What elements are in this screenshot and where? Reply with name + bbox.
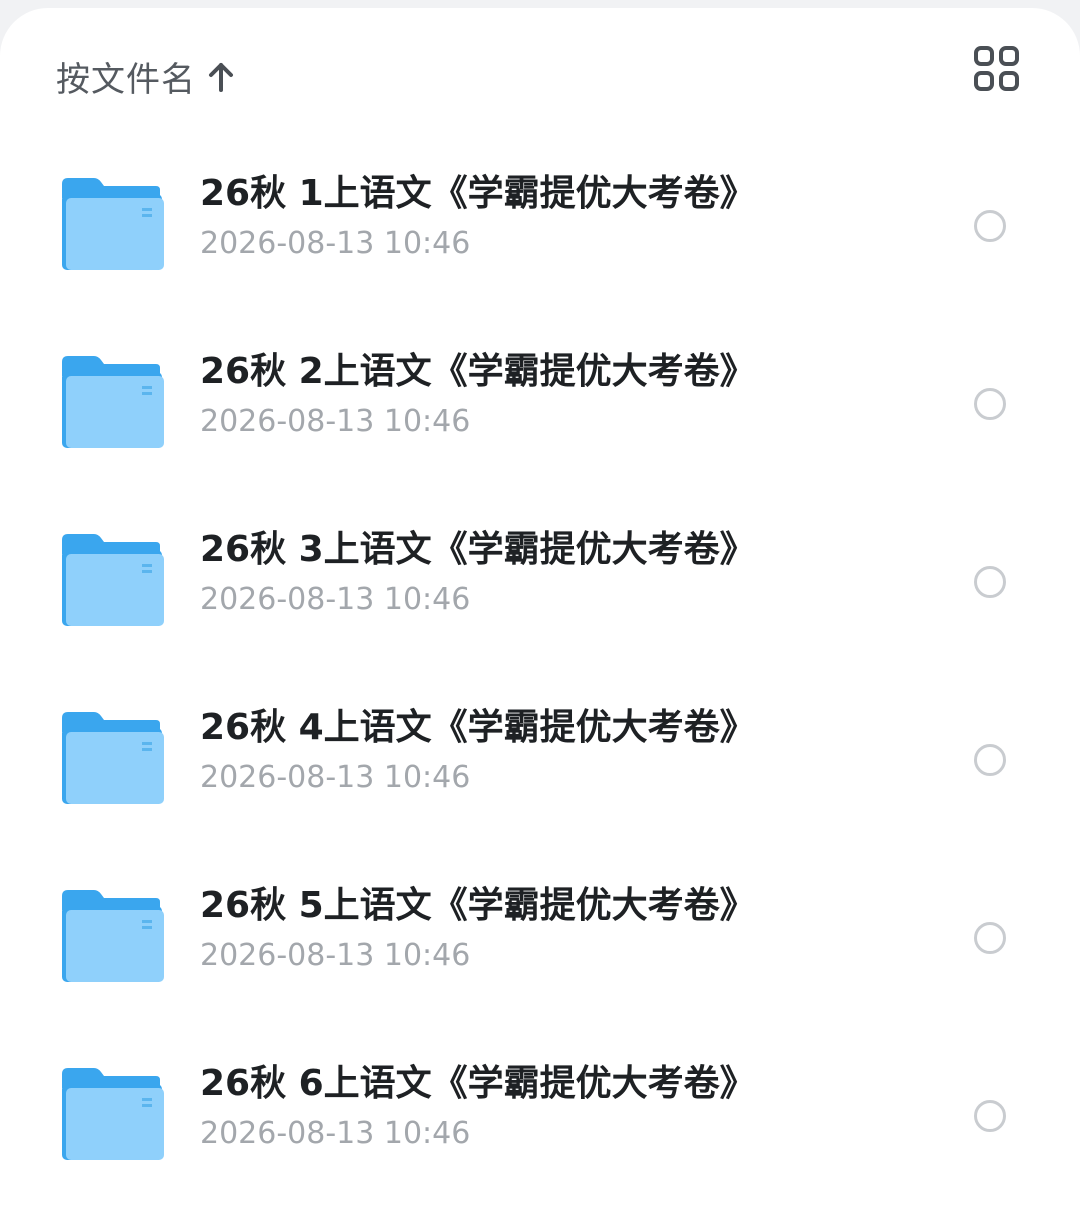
file-name: 26秋 1上语文《学霸提优大考卷》 — [200, 173, 756, 214]
file-list-panel: 按文件名 26秋 1上语文《学霸提优大考卷》 2026-08-13 10:46 … — [0, 8, 1080, 1218]
select-radio[interactable] — [974, 922, 1006, 954]
arrow-up-icon — [208, 61, 234, 92]
file-list: 26秋 1上语文《学霸提优大考卷》 2026-08-13 10:46 26秋 2… — [0, 132, 1080, 1200]
list-item[interactable]: 26秋 1上语文《学霸提优大考卷》 2026-08-13 10:46 — [0, 132, 1080, 310]
folder-icon — [60, 174, 164, 270]
select-radio[interactable] — [974, 210, 1006, 242]
file-name: 26秋 5上语文《学霸提优大考卷》 — [200, 885, 756, 926]
grid-cell — [974, 46, 994, 66]
file-date: 2026-08-13 10:46 — [200, 760, 471, 795]
sort-label: 按文件名 — [56, 59, 196, 100]
folder-icon — [60, 886, 164, 982]
select-radio[interactable] — [974, 388, 1006, 420]
grid-cell — [999, 46, 1019, 66]
grid-cell — [974, 71, 994, 91]
file-name: 26秋 2上语文《学霸提优大考卷》 — [200, 351, 756, 392]
folder-icon — [60, 530, 164, 626]
file-date: 2026-08-13 10:46 — [200, 226, 471, 261]
file-name: 26秋 4上语文《学霸提优大考卷》 — [200, 707, 756, 748]
file-name: 26秋 3上语文《学霸提优大考卷》 — [200, 529, 756, 570]
select-radio[interactable] — [974, 1100, 1006, 1132]
folder-icon — [60, 1064, 164, 1160]
select-radio[interactable] — [974, 566, 1006, 598]
list-item[interactable]: 26秋 3上语文《学霸提优大考卷》 2026-08-13 10:46 — [0, 488, 1080, 666]
select-radio[interactable] — [974, 744, 1006, 776]
sort-control[interactable]: 按文件名 — [56, 44, 234, 108]
file-date: 2026-08-13 10:46 — [200, 582, 471, 617]
list-item[interactable]: 26秋 2上语文《学霸提优大考卷》 2026-08-13 10:46 — [0, 310, 1080, 488]
list-item[interactable]: 26秋 4上语文《学霸提优大考卷》 2026-08-13 10:46 — [0, 666, 1080, 844]
file-date: 2026-08-13 10:46 — [200, 938, 471, 973]
file-date: 2026-08-13 10:46 — [200, 404, 471, 439]
file-name: 26秋 6上语文《学霸提优大考卷》 — [200, 1063, 756, 1104]
folder-icon — [60, 708, 164, 804]
folder-icon — [60, 352, 164, 448]
grid-view-icon[interactable] — [974, 46, 1020, 92]
list-item[interactable]: 26秋 5上语文《学霸提优大考卷》 2026-08-13 10:46 — [0, 844, 1080, 1022]
grid-cell — [999, 71, 1019, 91]
list-item[interactable]: 26秋 6上语文《学霸提优大考卷》 2026-08-13 10:46 — [0, 1022, 1080, 1200]
file-date: 2026-08-13 10:46 — [200, 1116, 471, 1151]
